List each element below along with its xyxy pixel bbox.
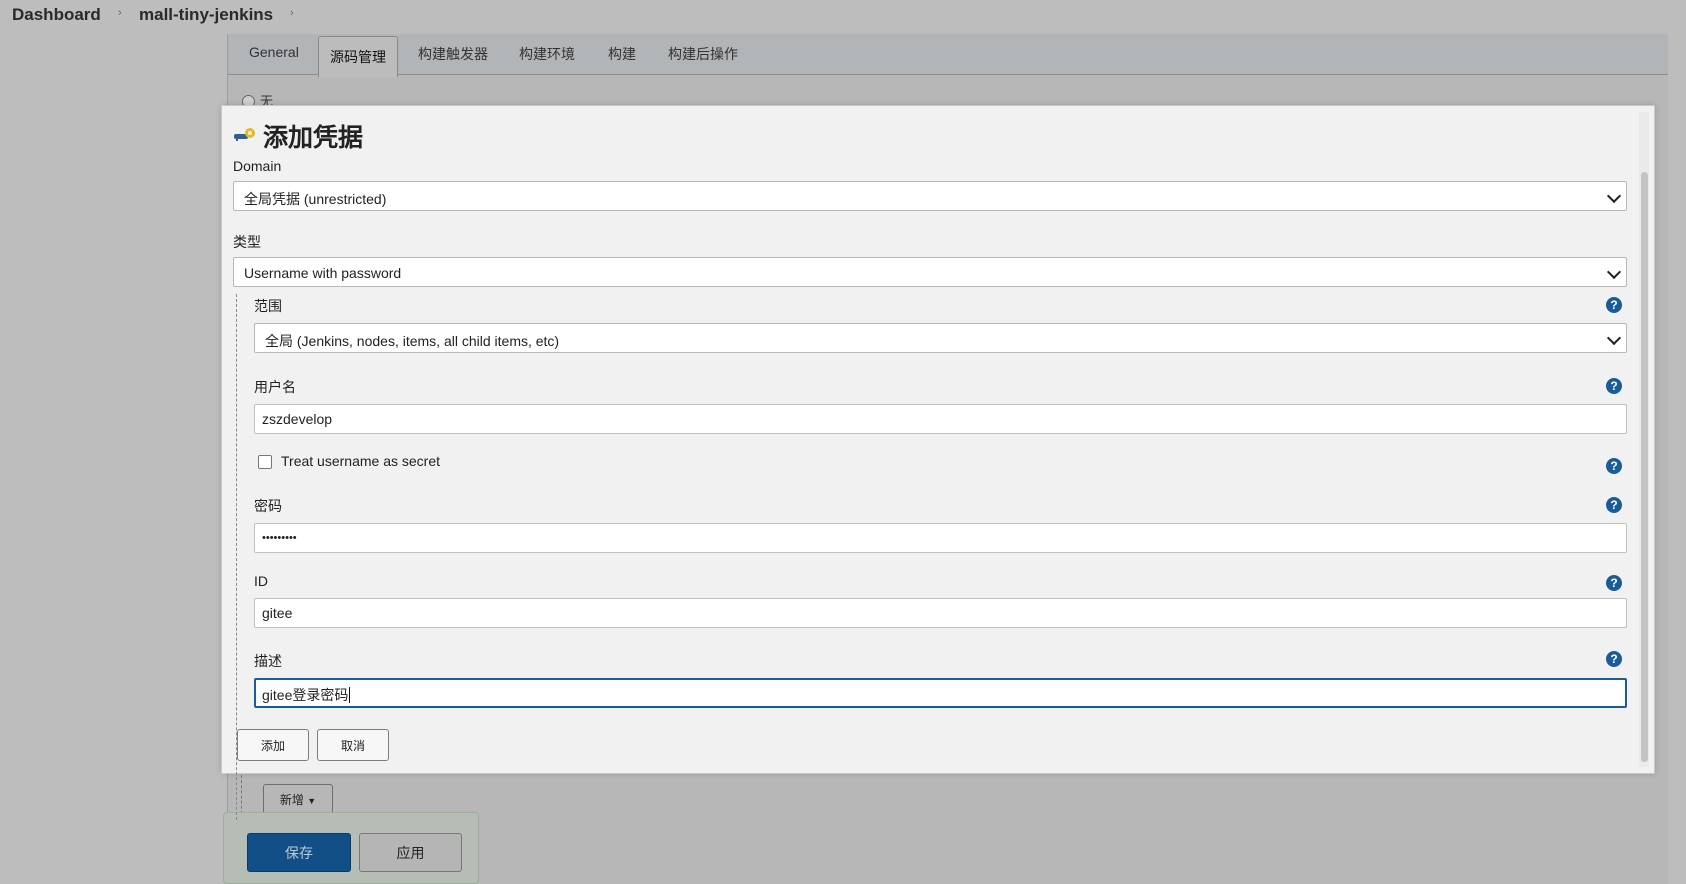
description-value: gitee登录密码 xyxy=(262,687,349,703)
help-icon[interactable]: ? xyxy=(1606,378,1622,394)
breadcrumb-dashboard[interactable]: Dashboard xyxy=(12,5,101,25)
description-input[interactable]: gitee登录密码 xyxy=(254,678,1627,708)
chevron-down-icon xyxy=(1606,188,1622,204)
scope-label: 范围 xyxy=(254,298,282,314)
tab-triggers[interactable]: 构建触发器 xyxy=(418,44,488,64)
username-input[interactable]: zszdevelop xyxy=(254,404,1627,434)
domain-select[interactable]: 全局凭据 (unrestricted) xyxy=(233,181,1627,211)
config-tabbar: General 源码管理 构建触发器 构建环境 构建 构建后操作 xyxy=(228,34,1668,77)
breadcrumb: Dashboard › mall-tiny-jenkins › xyxy=(0,0,1686,32)
key-icon xyxy=(234,128,255,141)
password-label: 密码 xyxy=(254,498,282,514)
scope-select[interactable]: 全局 (Jenkins, nodes, items, all child ite… xyxy=(254,323,1627,353)
domain-select-value: 全局凭据 (unrestricted) xyxy=(244,191,387,207)
add-credentials-dialog: 添加凭据 Domain 全局凭据 (unrestricted) 类型 Usern… xyxy=(221,105,1655,820)
tab-post-build[interactable]: 构建后操作 xyxy=(668,44,738,64)
id-value: gitee xyxy=(262,605,293,621)
apply-button[interactable]: 应用 xyxy=(359,833,462,872)
dialog-scrollbar[interactable] xyxy=(1639,112,1649,767)
text-caret xyxy=(349,687,351,703)
id-label: ID xyxy=(254,573,268,589)
scrollbar-thumb[interactable] xyxy=(1641,172,1648,762)
domain-label: Domain xyxy=(233,158,282,174)
save-button[interactable]: 保存 xyxy=(247,833,351,872)
add-button-label: 新增 xyxy=(279,792,304,807)
id-input[interactable]: gitee xyxy=(254,598,1627,628)
treat-username-secret-label[interactable]: Treat username as secret xyxy=(281,453,440,469)
help-icon[interactable]: ? xyxy=(1606,497,1622,513)
treat-username-secret-checkbox[interactable] xyxy=(258,455,272,469)
breadcrumb-job[interactable]: mall-tiny-jenkins xyxy=(139,5,273,25)
help-icon[interactable]: ? xyxy=(1606,651,1622,667)
username-label: 用户名 xyxy=(254,379,296,395)
kind-label: 类型 xyxy=(233,234,261,250)
kind-select-value: Username with password xyxy=(244,265,402,281)
tab-environment[interactable]: 构建环境 xyxy=(519,44,575,64)
chevron-down-icon xyxy=(1606,264,1622,280)
add-credential-dropdown-button[interactable]: 新增 ▼ xyxy=(263,784,333,814)
username-value: zszdevelop xyxy=(262,411,333,427)
dialog-title: 添加凭据 xyxy=(263,124,364,152)
chevron-right-icon: › xyxy=(118,7,122,19)
password-input[interactable]: ••••••••• xyxy=(254,523,1627,553)
scope-select-value: 全局 (Jenkins, nodes, items, all child ite… xyxy=(265,333,560,349)
chevron-right-icon[interactable]: › xyxy=(290,7,294,19)
chevron-down-icon xyxy=(1606,330,1622,346)
add-button[interactable]: 添加 xyxy=(237,729,309,761)
help-icon[interactable]: ? xyxy=(1606,458,1622,474)
password-masked-value: ••••••••• xyxy=(262,532,297,544)
description-label: 描述 xyxy=(254,653,282,669)
tab-build[interactable]: 构建 xyxy=(608,44,636,64)
kind-select[interactable]: Username with password xyxy=(233,257,1627,287)
help-icon[interactable]: ? xyxy=(1606,575,1622,591)
caret-down-icon: ▼ xyxy=(307,795,317,806)
help-icon[interactable]: ? xyxy=(1606,297,1622,313)
cancel-button[interactable]: 取消 xyxy=(317,729,389,761)
tab-general[interactable]: General xyxy=(249,44,299,60)
tab-scm[interactable]: 源码管理 xyxy=(318,36,398,77)
